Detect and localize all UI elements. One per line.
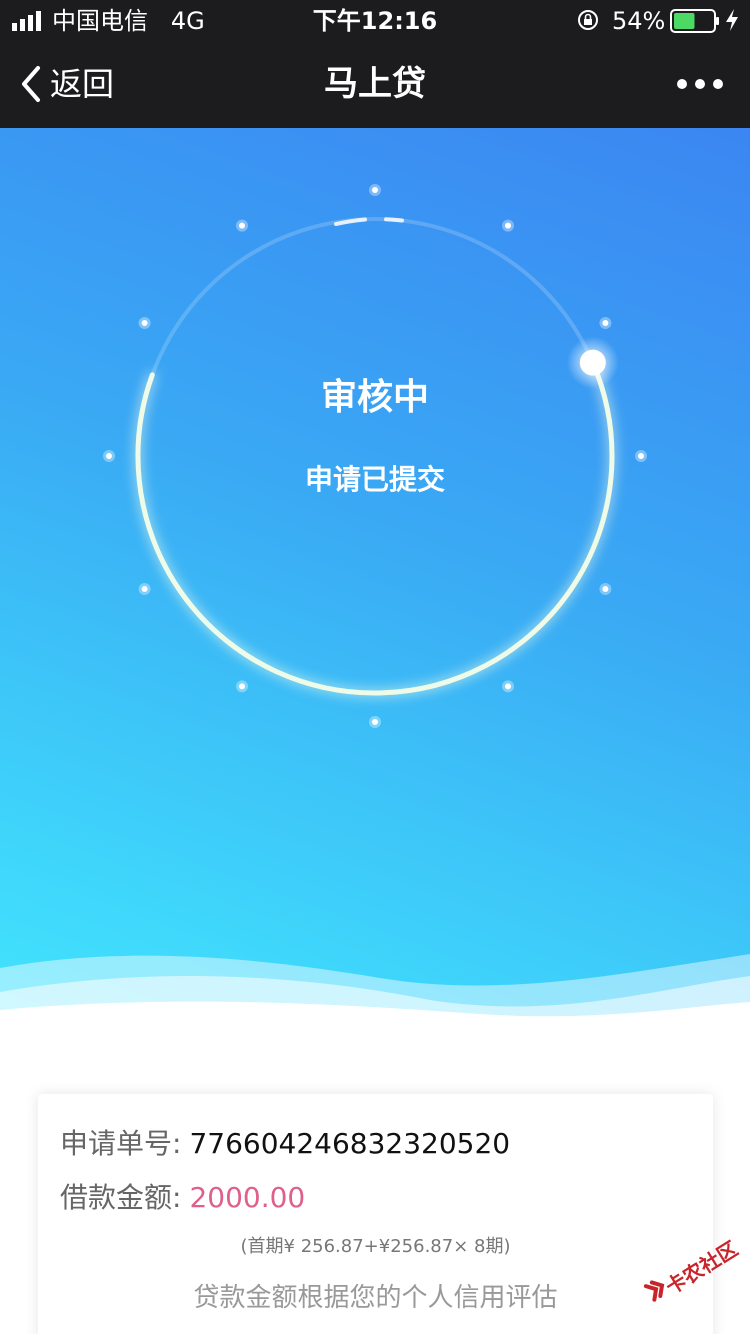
orbit-dot	[106, 453, 112, 459]
charging-bolt-icon	[726, 9, 738, 31]
orbit-dot	[239, 222, 245, 229]
loan-amount-row: 借款金额: 2000.00	[60, 1178, 305, 1218]
orbit-dot	[239, 683, 245, 690]
order-number-value: 776604246832320520	[189, 1127, 511, 1160]
application-card: 申请单号: 776604246832320520 借款金额: 2000.00 (首期…	[38, 1094, 713, 1334]
orbit-dot	[141, 586, 148, 592]
status-hero: 审核中 申请已提交	[0, 128, 750, 1023]
battery-icon	[670, 9, 719, 33]
battery-percent: 54%	[612, 7, 666, 35]
order-number-label: 申请单号:	[60, 1127, 182, 1160]
loan-amount-value: 2000.00	[189, 1181, 306, 1214]
credit-note: 贷款金额根据您的个人信用评估	[193, 1283, 558, 1313]
orbit-dot	[602, 320, 609, 326]
navigation-bar: 返回 马上贷	[0, 40, 750, 128]
orbit-dot	[141, 320, 148, 326]
orbit-dot	[372, 187, 378, 193]
status-title: 审核中	[320, 377, 429, 418]
wave-decoration	[0, 954, 750, 1023]
installment-detail: (首期¥ 256.87+¥256.87× 8期)	[240, 1236, 511, 1257]
order-number-row: 申请单号: 776604246832320520	[60, 1124, 510, 1164]
rotation-lock-icon	[578, 10, 598, 30]
status-subtitle: 申请已提交	[304, 463, 445, 496]
orbit-dot	[505, 683, 511, 690]
loan-amount-label: 借款金额:	[60, 1181, 182, 1214]
progress-ring	[103, 184, 647, 728]
orbit-dot	[602, 586, 609, 592]
page-title: 马上贷	[324, 64, 426, 104]
orbit-dots	[103, 184, 647, 728]
orbit-dot	[638, 453, 644, 459]
more-dots-icon[interactable]	[674, 68, 726, 100]
progress-knob	[579, 349, 606, 376]
orbit-dot	[372, 719, 378, 725]
status-bar: 中国电信 4G 下午12:16 54%	[0, 0, 750, 40]
orbit-dot	[505, 222, 511, 229]
